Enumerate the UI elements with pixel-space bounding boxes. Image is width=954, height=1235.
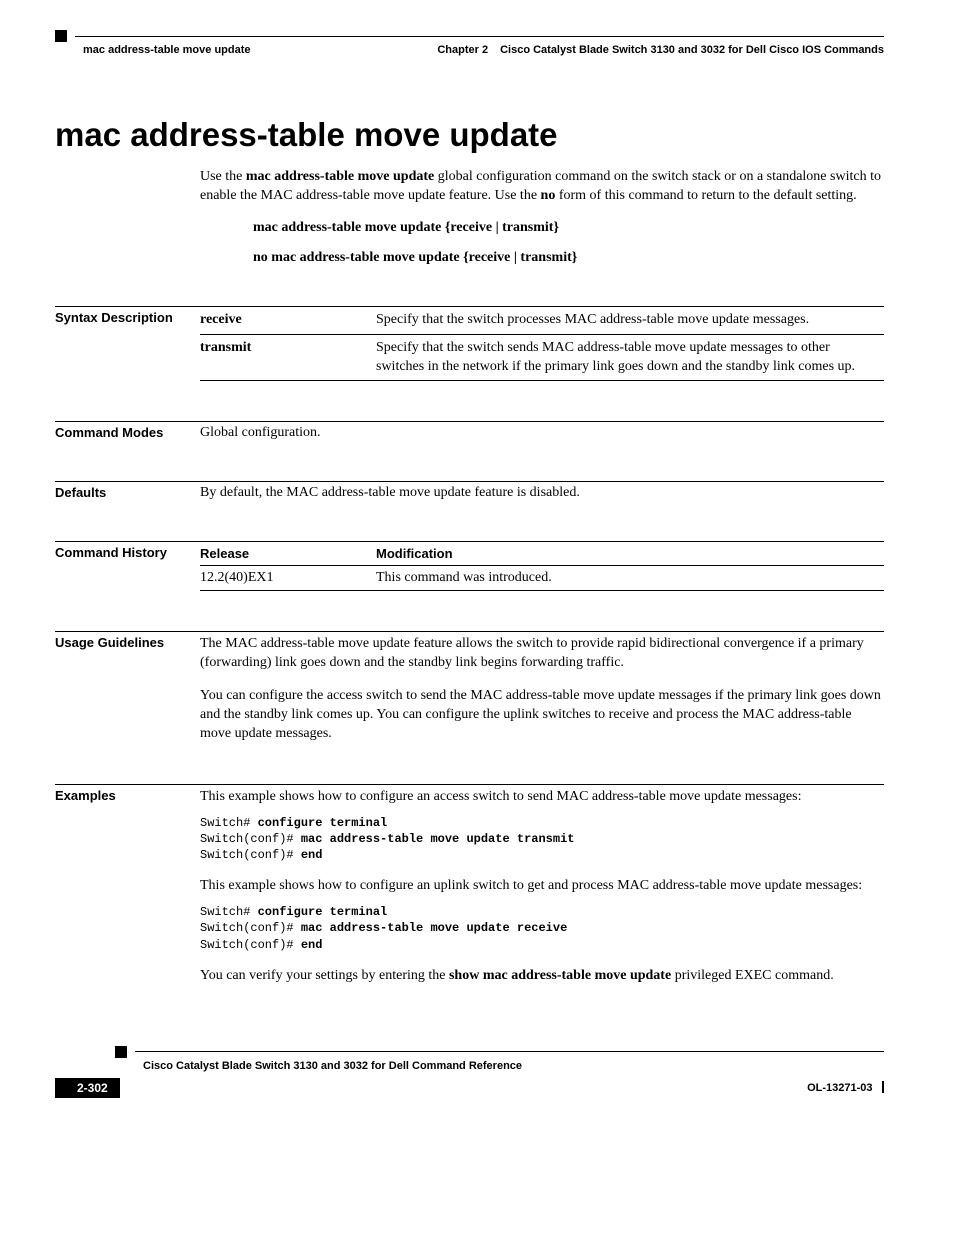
cli-block: Switch# configure terminal Switch(conf)#…	[200, 904, 884, 953]
table-row: receive Specify that the switch processe…	[200, 306, 884, 334]
cli-block: Switch# configure terminal Switch(conf)#…	[200, 815, 884, 864]
guideline-para: You can configure the access switch to s…	[200, 687, 884, 744]
table-header-row: Release Modification	[200, 542, 884, 566]
section-label: Command History	[55, 541, 200, 591]
footer-book-title: Cisco Catalyst Blade Switch 3130 and 303…	[143, 1060, 884, 1072]
syntax-desc: Specify that the switch processes MAC ad…	[376, 306, 884, 334]
verify-note: You can verify your settings by entering…	[200, 967, 884, 986]
page-title: mac address-table move update	[55, 116, 884, 154]
modification-cell: This command was introduced.	[376, 566, 884, 591]
table-row: transmit Specify that the switch sends M…	[200, 334, 884, 381]
chapter-title: Cisco Catalyst Blade Switch 3130 and 303…	[500, 44, 884, 56]
section-command-history: Command History Release Modification 12.…	[55, 541, 884, 591]
syntax-form-1: mac address-table move update {receive |…	[253, 220, 884, 236]
col-modification: Modification	[376, 542, 884, 566]
header-square-icon	[55, 30, 67, 42]
section-label: Syntax Description	[55, 306, 200, 382]
breadcrumb: mac address-table move update	[83, 44, 251, 56]
syntax-desc: Specify that the switch sends MAC addres…	[376, 334, 884, 381]
defaults-text: By default, the MAC address-table move u…	[200, 481, 884, 501]
release-cell: 12.2(40)EX1	[200, 566, 376, 591]
syntax-table: receive Specify that the switch processe…	[200, 306, 884, 382]
modes-text: Global configuration.	[200, 421, 884, 441]
example-intro: This example shows how to configure an u…	[200, 877, 884, 896]
chapter-number: Chapter 2	[437, 44, 488, 56]
syntax-keyword: receive	[200, 306, 376, 334]
footer-bar-icon	[882, 1081, 884, 1093]
history-table: Release Modification 12.2(40)EX1 This co…	[200, 541, 884, 591]
col-release: Release	[200, 542, 376, 566]
section-examples: Examples This example shows how to confi…	[55, 784, 884, 986]
section-label: Command Modes	[55, 421, 200, 441]
section-usage-guidelines: Usage Guidelines The MAC address-table m…	[55, 631, 884, 743]
section-label: Examples	[55, 784, 200, 986]
section-syntax-description: Syntax Description receive Specify that …	[55, 306, 884, 382]
guideline-para: The MAC address-table move update featur…	[200, 635, 884, 673]
header-rule	[55, 30, 884, 42]
section-defaults: Defaults By default, the MAC address-tab…	[55, 481, 884, 501]
section-label: Usage Guidelines	[55, 631, 200, 743]
syntax-form-2: no mac address-table move update {receiv…	[253, 250, 884, 266]
footer-rule	[55, 1046, 884, 1058]
running-header: mac address-table move update Chapter 2 …	[55, 44, 884, 56]
intro-paragraph: Use the mac address-table move update gl…	[200, 168, 884, 206]
example-intro: This example shows how to configure an a…	[200, 788, 884, 807]
syntax-keyword: transmit	[200, 334, 376, 381]
section-command-modes: Command Modes Global configuration.	[55, 421, 884, 441]
footer-square-icon	[115, 1046, 127, 1058]
table-row: 12.2(40)EX1 This command was introduced.	[200, 566, 884, 591]
section-label: Defaults	[55, 481, 200, 501]
document-id: OL-13271-03	[807, 1082, 872, 1094]
page-number-badge: 2-302	[55, 1078, 120, 1098]
